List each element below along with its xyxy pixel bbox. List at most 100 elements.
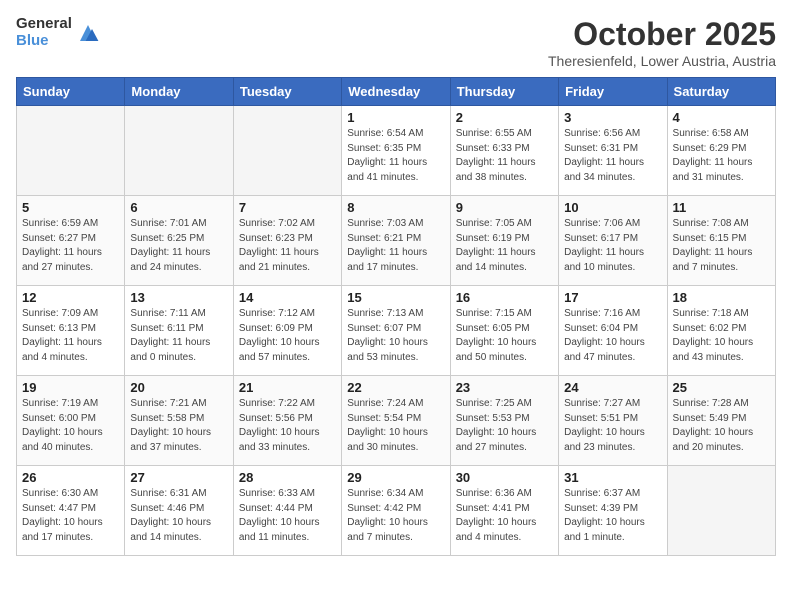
day-info: Sunrise: 6:59 AM Sunset: 6:27 PM Dayligh… [22,217,119,275]
calendar-cell: 9 Sunrise: 7:05 AM Sunset: 6:19 PM Daylig… [450,196,558,286]
calendar-cell: 24 Sunrise: 7:27 AM Sunset: 5:51 PM Dayli… [559,376,667,466]
weekday-header-row: SundayMondayTuesdayWednesdayThursdayFrid… [17,78,776,106]
day-info: Sunrise: 7:01 AM Sunset: 6:25 PM Dayligh… [130,217,227,275]
day-info: Sunrise: 7:15 AM Sunset: 6:05 PM Dayligh… [456,307,553,365]
day-info: Sunrise: 6:36 AM Sunset: 4:41 PM Dayligh… [456,487,553,545]
day-number: 21 [239,380,336,395]
day-info: Sunrise: 7:08 AM Sunset: 6:15 PM Dayligh… [673,217,770,275]
calendar-cell: 22 Sunrise: 7:24 AM Sunset: 5:54 PM Dayli… [342,376,450,466]
day-info: Sunrise: 7:24 AM Sunset: 5:54 PM Dayligh… [347,397,444,455]
day-info: Sunrise: 7:03 AM Sunset: 6:21 PM Dayligh… [347,217,444,275]
calendar-week-row: 1Sunrise: 6:54 AM Sunset: 6:35 PM Daylig… [17,106,776,196]
day-info: Sunrise: 6:56 AM Sunset: 6:31 PM Dayligh… [564,127,661,185]
weekday-header-wednesday: Wednesday [342,78,450,106]
day-number: 4 [673,110,770,125]
day-number: 31 [564,470,661,485]
calendar-cell: 3 Sunrise: 6:56 AM Sunset: 6:31 PM Daylig… [559,106,667,196]
month-title: October 2025 [548,16,776,53]
day-info: Sunrise: 6:34 AM Sunset: 4:42 PM Dayligh… [347,487,444,545]
calendar-cell: 17 Sunrise: 7:16 AM Sunset: 6:04 PM Dayli… [559,286,667,376]
day-info: Sunrise: 7:02 AM Sunset: 6:23 PM Dayligh… [239,217,336,275]
calendar-cell: 8Sunrise: 7:03 AM Sunset: 6:21 PM Daylig… [342,196,450,286]
calendar-cell: 16Sunrise: 7:15 AM Sunset: 6:05 PM Dayli… [450,286,558,376]
day-number: 9 [456,200,553,215]
day-info: Sunrise: 6:37 AM Sunset: 4:39 PM Dayligh… [564,487,661,545]
day-info: Sunrise: 7:09 AM Sunset: 6:13 PM Dayligh… [22,307,119,365]
day-number: 18 [673,290,770,305]
day-number: 7 [239,200,336,215]
day-number: 11 [673,200,770,215]
day-number: 27 [130,470,227,485]
calendar-cell: 25 Sunrise: 7:28 AM Sunset: 5:49 PM Dayli… [667,376,775,466]
calendar-cell: 13 Sunrise: 7:11 AM Sunset: 6:11 PM Dayli… [125,286,233,376]
calendar-cell: 27 Sunrise: 6:31 AM Sunset: 4:46 PM Dayli… [125,466,233,556]
calendar-cell [17,106,125,196]
calendar-cell: 29Sunrise: 6:34 AM Sunset: 4:42 PM Dayli… [342,466,450,556]
day-number: 13 [130,290,227,305]
logo-general-text: General [16,16,72,33]
calendar-cell: 5 Sunrise: 6:59 AM Sunset: 6:27 PM Daylig… [17,196,125,286]
day-number: 2 [456,110,553,125]
day-info: Sunrise: 7:18 AM Sunset: 6:02 PM Dayligh… [673,307,770,365]
page-header: General Blue October 2025 Theresienfeld,… [16,16,776,69]
weekday-header-friday: Friday [559,78,667,106]
day-number: 5 [22,200,119,215]
day-number: 25 [673,380,770,395]
calendar-cell: 15Sunrise: 7:13 AM Sunset: 6:07 PM Dayli… [342,286,450,376]
calendar-cell [667,466,775,556]
day-info: Sunrise: 7:06 AM Sunset: 6:17 PM Dayligh… [564,217,661,275]
day-info: Sunrise: 6:55 AM Sunset: 6:33 PM Dayligh… [456,127,553,185]
day-info: Sunrise: 7:19 AM Sunset: 6:00 PM Dayligh… [22,397,119,455]
day-number: 30 [456,470,553,485]
day-number: 19 [22,380,119,395]
day-info: Sunrise: 7:12 AM Sunset: 6:09 PM Dayligh… [239,307,336,365]
day-info: Sunrise: 7:13 AM Sunset: 6:07 PM Dayligh… [347,307,444,365]
weekday-header-tuesday: Tuesday [233,78,341,106]
day-info: Sunrise: 7:11 AM Sunset: 6:11 PM Dayligh… [130,307,227,365]
day-info: Sunrise: 6:54 AM Sunset: 6:35 PM Dayligh… [347,127,444,185]
day-number: 6 [130,200,227,215]
calendar-week-row: 26Sunrise: 6:30 AM Sunset: 4:47 PM Dayli… [17,466,776,556]
calendar-cell: 20Sunrise: 7:21 AM Sunset: 5:58 PM Dayli… [125,376,233,466]
day-number: 26 [22,470,119,485]
day-info: Sunrise: 7:16 AM Sunset: 6:04 PM Dayligh… [564,307,661,365]
weekday-header-thursday: Thursday [450,78,558,106]
day-info: Sunrise: 7:28 AM Sunset: 5:49 PM Dayligh… [673,397,770,455]
day-info: Sunrise: 6:31 AM Sunset: 4:46 PM Dayligh… [130,487,227,545]
calendar-cell: 19 Sunrise: 7:19 AM Sunset: 6:00 PM Dayli… [17,376,125,466]
calendar-table: SundayMondayTuesdayWednesdayThursdayFrid… [16,77,776,556]
calendar-cell: 12 Sunrise: 7:09 AM Sunset: 6:13 PM Dayli… [17,286,125,376]
day-number: 17 [564,290,661,305]
calendar-cell: 14 Sunrise: 7:12 AM Sunset: 6:09 PM Dayli… [233,286,341,376]
calendar-week-row: 5 Sunrise: 6:59 AM Sunset: 6:27 PM Daylig… [17,196,776,286]
calendar-week-row: 19 Sunrise: 7:19 AM Sunset: 6:00 PM Dayli… [17,376,776,466]
calendar-cell: 6 Sunrise: 7:01 AM Sunset: 6:25 PM Daylig… [125,196,233,286]
weekday-header-sunday: Sunday [17,78,125,106]
day-number: 24 [564,380,661,395]
weekday-header-monday: Monday [125,78,233,106]
calendar-cell: 1Sunrise: 6:54 AM Sunset: 6:35 PM Daylig… [342,106,450,196]
day-info: Sunrise: 6:58 AM Sunset: 6:29 PM Dayligh… [673,127,770,185]
day-info: Sunrise: 7:25 AM Sunset: 5:53 PM Dayligh… [456,397,553,455]
calendar-cell: 30 Sunrise: 6:36 AM Sunset: 4:41 PM Dayli… [450,466,558,556]
day-number: 10 [564,200,661,215]
calendar-cell: 18 Sunrise: 7:18 AM Sunset: 6:02 PM Dayli… [667,286,775,376]
day-number: 12 [22,290,119,305]
calendar-cell: 26Sunrise: 6:30 AM Sunset: 4:47 PM Dayli… [17,466,125,556]
location-subtitle: Theresienfeld, Lower Austria, Austria [548,53,776,69]
day-number: 22 [347,380,444,395]
calendar-cell: 31 Sunrise: 6:37 AM Sunset: 4:39 PM Dayli… [559,466,667,556]
title-area: October 2025 Theresienfeld, Lower Austri… [548,16,776,69]
day-info: Sunrise: 7:05 AM Sunset: 6:19 PM Dayligh… [456,217,553,275]
day-number: 3 [564,110,661,125]
logo: General Blue [16,16,100,49]
day-info: Sunrise: 7:27 AM Sunset: 5:51 PM Dayligh… [564,397,661,455]
day-number: 14 [239,290,336,305]
logo-icon [76,21,100,45]
calendar-cell [125,106,233,196]
calendar-week-row: 12 Sunrise: 7:09 AM Sunset: 6:13 PM Dayli… [17,286,776,376]
calendar-cell: 28Sunrise: 6:33 AM Sunset: 4:44 PM Dayli… [233,466,341,556]
day-number: 23 [456,380,553,395]
calendar-cell [233,106,341,196]
day-info: Sunrise: 6:33 AM Sunset: 4:44 PM Dayligh… [239,487,336,545]
